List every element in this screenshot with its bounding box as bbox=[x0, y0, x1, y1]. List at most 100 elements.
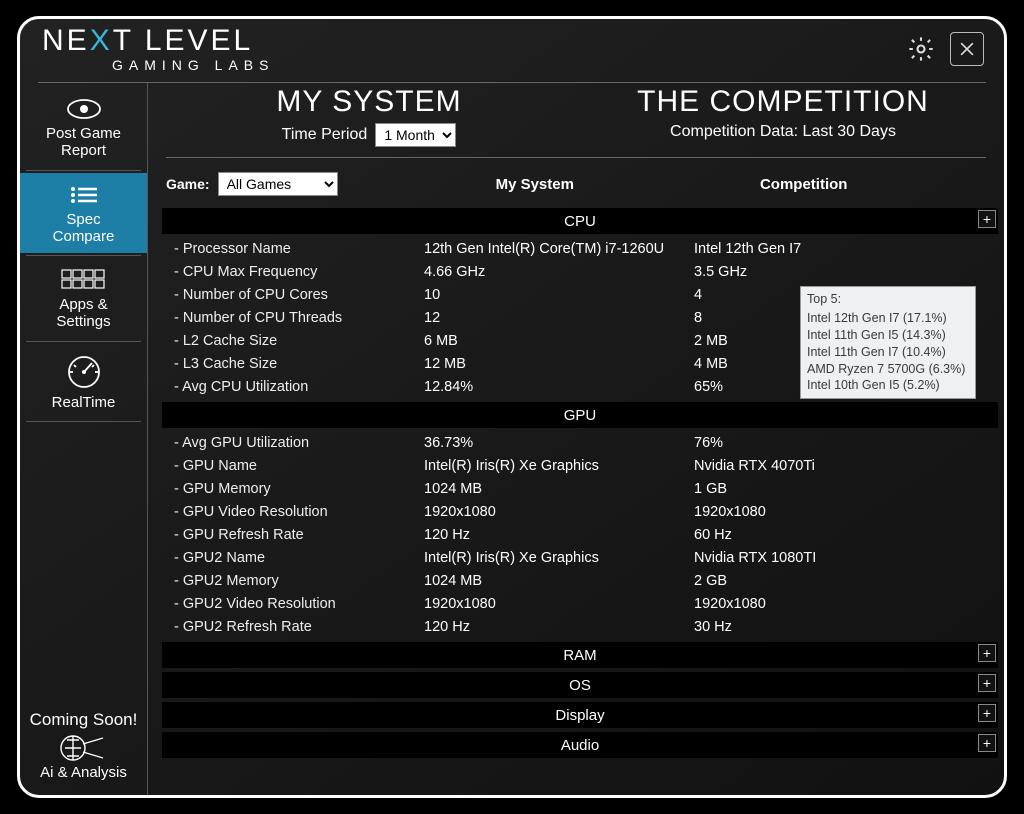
expand-button[interactable]: + bbox=[978, 734, 996, 752]
eye-icon bbox=[64, 97, 104, 121]
section-header-ram[interactable]: RAM+ bbox=[162, 642, 998, 668]
label: Post Game bbox=[46, 125, 121, 142]
time-period-select[interactable]: 1 Month bbox=[375, 123, 456, 147]
spec-comp-value: Nvidia RTX 1080TI bbox=[694, 550, 998, 566]
spec-comp-value: 76% bbox=[694, 435, 998, 451]
expand-button[interactable]: + bbox=[978, 644, 996, 662]
expand-button[interactable]: + bbox=[978, 210, 996, 228]
gauge-icon bbox=[63, 354, 105, 390]
body: Post GameReport SpecCompare Apps &Settin… bbox=[20, 83, 1004, 795]
spec-mine-value: 120 Hz bbox=[424, 527, 694, 543]
spec-mine-value: 12th Gen Intel(R) Core(TM) i7-1260U bbox=[424, 241, 694, 257]
spec-row: GPU2 Refresh Rate120 Hz30 Hz bbox=[162, 615, 998, 638]
logo-text: NE bbox=[42, 24, 90, 57]
competition-title: THE COMPETITION bbox=[576, 85, 990, 119]
spec-mine-value: 1024 MB bbox=[424, 573, 694, 589]
spec-row: GPU Memory1024 MB1 GB bbox=[162, 477, 998, 500]
time-period-label: Time Period bbox=[282, 126, 368, 144]
spec-mine-value: 1024 MB bbox=[424, 481, 694, 497]
spec-comp-value: 30 Hz bbox=[694, 619, 998, 635]
top5-tooltip: Top 5: Intel 12th Gen I7 (17.1%)Intel 11… bbox=[800, 286, 976, 399]
spec-comp-value: 3.5 GHz bbox=[694, 264, 998, 280]
logo-line1: NEXT LEVEL bbox=[42, 26, 274, 56]
spec-row: GPU NameIntel(R) Iris(R) Xe GraphicsNvid… bbox=[162, 454, 998, 477]
spec-comp-value: Nvidia RTX 4070Ti bbox=[694, 458, 998, 474]
tooltip-title: Top 5: bbox=[807, 291, 969, 308]
divider bbox=[26, 421, 140, 422]
spec-name: GPU Refresh Rate bbox=[174, 527, 424, 543]
label: RealTime bbox=[52, 394, 116, 411]
spec-mine-value: 12 MB bbox=[424, 356, 694, 372]
expand-button[interactable]: + bbox=[978, 704, 996, 722]
sidebar-item-apps-settings[interactable]: Apps &Settings bbox=[20, 258, 147, 339]
divider bbox=[26, 255, 140, 256]
spec-mine-value: 10 bbox=[424, 287, 694, 303]
close-icon bbox=[957, 39, 977, 59]
tooltip-item: Intel 11th Gen I5 (14.3%) bbox=[807, 327, 969, 344]
spec-comp-value: 60 Hz bbox=[694, 527, 998, 543]
competition-subtitle: Competition Data: Last 30 Days bbox=[670, 123, 896, 141]
spec-name: GPU2 Refresh Rate bbox=[174, 619, 424, 635]
spec-name: GPU Name bbox=[174, 458, 424, 474]
section-header-display[interactable]: Display+ bbox=[162, 702, 998, 728]
settings-button[interactable] bbox=[904, 32, 938, 66]
sidebar: Post GameReport SpecCompare Apps &Settin… bbox=[20, 83, 148, 795]
spec-mine-value: 12 bbox=[424, 310, 694, 326]
spec-name: GPU Video Resolution bbox=[174, 504, 424, 520]
spec-row: GPU Video Resolution1920x10801920x1080 bbox=[162, 500, 998, 523]
brain-icon bbox=[57, 732, 111, 764]
game-label: Game: bbox=[166, 176, 210, 192]
label: Report bbox=[61, 142, 106, 159]
logo-line2: GAMING LABS bbox=[112, 58, 274, 72]
ai-analysis-label: Ai & Analysis bbox=[40, 764, 127, 781]
spec-name: GPU2 Video Resolution bbox=[174, 596, 424, 612]
spec-table-scroll[interactable]: Top 5: Intel 12th Gen I7 (17.1%)Intel 11… bbox=[162, 204, 998, 787]
sidebar-item-realtime[interactable]: RealTime bbox=[20, 344, 147, 419]
spec-comp-value: 1920x1080 bbox=[694, 504, 998, 520]
spec-mine-value: 36.73% bbox=[424, 435, 694, 451]
tooltip-item: AMD Ryzen 7 5700G (6.3%) bbox=[807, 361, 969, 378]
section-header-os[interactable]: OS+ bbox=[162, 672, 998, 698]
spec-mine-value: Intel(R) Iris(R) Xe Graphics bbox=[424, 550, 694, 566]
label: Compare bbox=[53, 228, 115, 245]
spec-mine-value: 12.84% bbox=[424, 379, 694, 395]
spec-mine-value: Intel(R) Iris(R) Xe Graphics bbox=[424, 458, 694, 474]
apps-grid-icon bbox=[59, 268, 109, 292]
spec-mine-value: 1920x1080 bbox=[424, 596, 694, 612]
tooltip-item: Intel 12th Gen I7 (17.1%) bbox=[807, 310, 969, 327]
my-system-header: MY SYSTEM Time Period 1 Month bbox=[162, 85, 576, 147]
spec-comp-value: Intel 12th Gen I7 bbox=[694, 241, 998, 257]
gear-icon bbox=[907, 35, 935, 63]
sidebar-item-post-game-report[interactable]: Post GameReport bbox=[20, 87, 147, 168]
game-select[interactable]: All Games bbox=[218, 172, 338, 196]
spec-mine-value: 6 MB bbox=[424, 333, 694, 349]
spec-row: GPU2 NameIntel(R) Iris(R) Xe GraphicsNvi… bbox=[162, 546, 998, 569]
spec-comp-value: 2 GB bbox=[694, 573, 998, 589]
section-header-gpu[interactable]: GPU bbox=[162, 402, 998, 428]
section-header-cpu[interactable]: CPU+ bbox=[162, 208, 998, 234]
spec-name: Processor Name bbox=[174, 241, 424, 257]
divider bbox=[26, 341, 140, 342]
spec-comp-value: 1 GB bbox=[694, 481, 998, 497]
logo-x: X bbox=[90, 24, 113, 57]
column-header-my-system: My System bbox=[496, 176, 574, 193]
spec-row: CPU Max Frequency4.66 GHz3.5 GHz bbox=[162, 260, 998, 283]
spec-name: GPU2 Memory bbox=[174, 573, 424, 589]
topbar: NEXT LEVEL GAMING LABS bbox=[20, 19, 1004, 79]
spec-name: GPU Memory bbox=[174, 481, 424, 497]
spec-row: GPU Refresh Rate120 Hz60 Hz bbox=[162, 523, 998, 546]
coming-soon-label: Coming Soon! bbox=[30, 710, 138, 730]
expand-button[interactable]: + bbox=[978, 674, 996, 692]
section-header-audio[interactable]: Audio+ bbox=[162, 732, 998, 758]
spec-name: GPU2 Name bbox=[174, 550, 424, 566]
logo: NEXT LEVEL GAMING LABS bbox=[42, 26, 274, 72]
label: Settings bbox=[56, 313, 110, 330]
app-window: NEXT LEVEL GAMING LABS Post GameReport bbox=[17, 16, 1007, 798]
column-header-competition: Competition bbox=[760, 176, 848, 193]
list-icon bbox=[67, 183, 101, 207]
sidebar-item-spec-compare[interactable]: SpecCompare bbox=[20, 173, 147, 254]
spec-row: Avg GPU Utilization36.73%76% bbox=[162, 431, 998, 454]
close-button[interactable] bbox=[950, 32, 984, 66]
tooltip-item: Intel 11th Gen I7 (10.4%) bbox=[807, 344, 969, 361]
label: Spec bbox=[66, 211, 100, 228]
